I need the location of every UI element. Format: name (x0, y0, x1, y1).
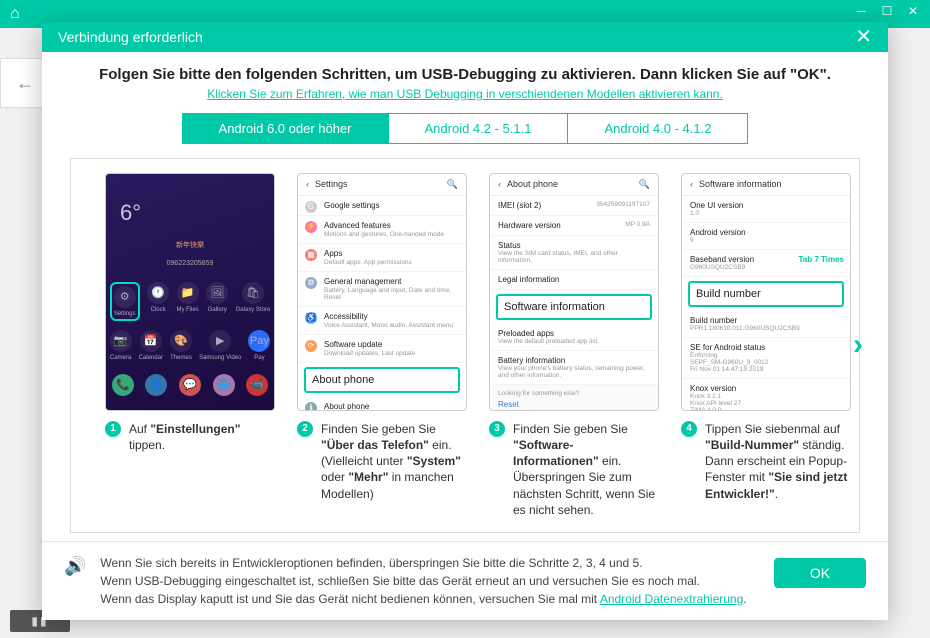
software-info-highlight: Software information (496, 294, 652, 320)
modal-title: Verbindung erforderlich (58, 29, 203, 45)
phone1-digits: 096223205859 (106, 260, 274, 267)
headline: Folgen Sie bitte den folgenden Schritten… (70, 66, 860, 83)
next-arrow-icon[interactable]: › (853, 328, 863, 362)
android-extraction-link[interactable]: Android Datenextrahierung (600, 592, 743, 606)
phone-screenshot-3: ‹About phone🔍 IMEI (slot 2)3542590911971… (489, 173, 659, 411)
step-number-4: 4 (681, 421, 697, 437)
step-4: ‹Software information One UI version1.0 … (681, 173, 851, 518)
caption-1: Auf "Einstellungen" tippen. (129, 421, 275, 453)
window-maximize[interactable]: ☐ (876, 0, 898, 22)
caption-4: Tippen Sie siebenmal auf "Build-Nummer" … (705, 421, 851, 502)
step-1: 6° 新年快樂 096223205859 ⚙Settings 🕐Clock 📁M… (105, 173, 275, 518)
tab-android-4-2[interactable]: Android 4.2 - 5.1.1 (389, 113, 569, 144)
about-phone-highlight: About phone (304, 367, 460, 393)
caption-2: Finden Sie geben Sie "Über das Telefon" … (321, 421, 467, 502)
step-number-3: 3 (489, 421, 505, 437)
phone-screenshot-1: 6° 新年快樂 096223205859 ⚙Settings 🕐Clock 📁M… (105, 173, 275, 411)
phone-screenshot-4: ‹Software information One UI version1.0 … (681, 173, 851, 411)
phone-screenshot-2: ‹Settings🔍 GGoogle settings ⚡Advanced fe… (297, 173, 467, 411)
step-2: ‹Settings🔍 GGoogle settings ⚡Advanced fe… (297, 173, 467, 518)
learn-more-link[interactable]: Klicken Sie zum Erfahren, wie man USB De… (70, 87, 860, 101)
step-number-2: 2 (297, 421, 313, 437)
tab-7-times-label: Tab 7 Times (799, 255, 845, 264)
phone1-orange-text: 新年快樂 (106, 240, 274, 250)
steps-frame: › 6° 新年快樂 096223205859 ⚙Settings 🕐Clock (70, 158, 860, 533)
home-icon[interactable]: ⌂ (10, 5, 20, 23)
tab-android-6[interactable]: Android 6.0 oder höher (182, 113, 389, 144)
tab-android-4-0[interactable]: Android 4.0 - 4.1.2 (568, 113, 748, 144)
speaker-icon: 🔊 (64, 556, 86, 577)
modal-footer: 🔊 Wenn Sie sich bereits in Entwickleropt… (42, 541, 888, 620)
build-number-highlight: Build number (688, 281, 844, 307)
step-number-1: 1 (105, 421, 121, 437)
modal-header: Verbindung erforderlich ✕ (42, 22, 888, 52)
ok-button[interactable]: OK (774, 558, 866, 588)
weather-temp: 6° (120, 200, 141, 226)
usb-debug-modal: Verbindung erforderlich ✕ Folgen Sie bit… (42, 22, 888, 620)
window-minimize[interactable]: ─ (850, 0, 872, 22)
caption-3: Finden Sie geben Sie "Software-Informati… (513, 421, 659, 518)
window-close[interactable]: ✕ (902, 0, 924, 22)
settings-app-icon: ⚙Settings (110, 282, 140, 321)
close-icon[interactable]: ✕ (855, 24, 872, 49)
footer-text: Wenn Sie sich bereits in Entwickleroptio… (100, 554, 760, 608)
android-version-tabs: Android 6.0 oder höher Android 4.2 - 5.1… (70, 113, 860, 144)
step-3: ‹About phone🔍 IMEI (slot 2)3542590911971… (489, 173, 659, 518)
